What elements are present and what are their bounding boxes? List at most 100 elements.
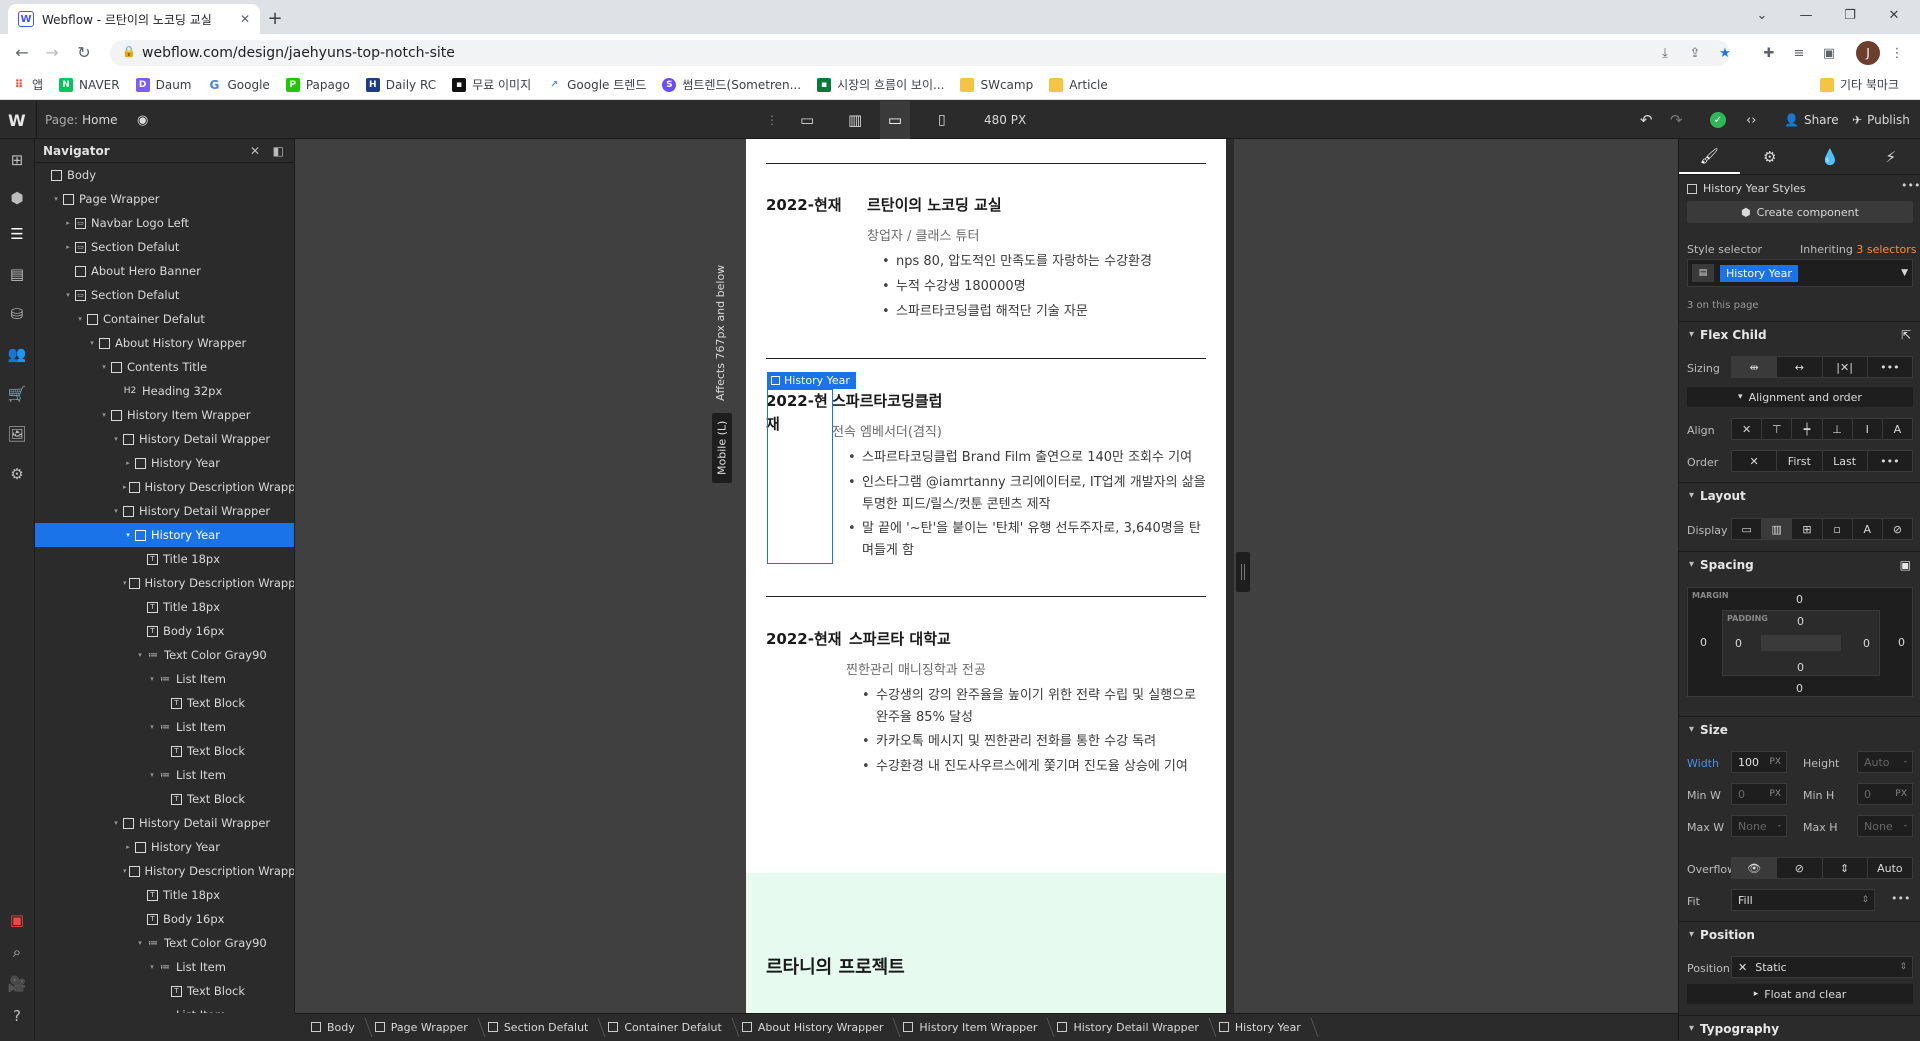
- caret-icon[interactable]: ▾: [111, 507, 121, 515]
- desktop-large-icon[interactable]: ▭: [800, 101, 814, 139]
- record-icon[interactable]: ▣: [6, 909, 28, 931]
- order-none-icon[interactable]: ✕: [1732, 451, 1777, 471]
- align-segment[interactable]: ✕⊤┿⊥IA: [1731, 418, 1913, 440]
- margin-left[interactable]: 0: [1700, 636, 1707, 649]
- list-item[interactable]: 수강생의 강의 완주율을 높이기 위한 전략 수립 및 실행으로: [876, 685, 1196, 706]
- breakpoint-tag[interactable]: Mobile (L): [712, 413, 732, 483]
- caret-icon[interactable]: ▾: [99, 411, 109, 419]
- overflow-visible-icon[interactable]: 👁: [1732, 858, 1777, 878]
- assets-icon[interactable]: 🖼: [6, 423, 28, 445]
- interactions-bolt-icon[interactable]: ⚡: [1861, 139, 1920, 174]
- cms-icon[interactable]: ⛁: [6, 303, 28, 325]
- caret-icon[interactable]: ▸: [123, 459, 133, 467]
- navigator-item-history-description-wrapper[interactable]: ▸History Description Wrapper: [35, 475, 294, 499]
- navigator-item-text-color-gray90[interactable]: ▾≔Text Color Gray90: [35, 931, 294, 955]
- align-center-icon[interactable]: ┿: [1792, 419, 1822, 439]
- align-end-icon[interactable]: ⊥: [1823, 419, 1853, 439]
- padding-box[interactable]: PADDING 0 0 0 0: [1722, 610, 1880, 676]
- history-role[interactable]: 창업자 / 클래스 튜터: [867, 225, 979, 244]
- navigator-item-about-hero-banner[interactable]: About Hero Banner: [35, 259, 294, 283]
- overflow-hidden-icon[interactable]: ⊘: [1777, 858, 1822, 878]
- list-item[interactable]: 스파르타코딩클럽 해적단 기술 자문: [896, 301, 1088, 322]
- caret-icon[interactable]: ▾: [147, 723, 157, 731]
- create-component-button[interactable]: ⬢Create component: [1687, 201, 1913, 223]
- navigator-icon[interactable]: ☰: [6, 223, 28, 245]
- publish-button[interactable]: ✈Publish: [1852, 101, 1910, 139]
- more-icon[interactable]: •••: [1868, 357, 1912, 377]
- history-org-title[interactable]: 스파르타 대학교: [849, 628, 951, 649]
- padding-bottom[interactable]: 0: [1797, 661, 1804, 674]
- chrome-menu-icon[interactable]: ⋮: [1886, 42, 1908, 64]
- chevron-down-icon[interactable]: ▼: [1901, 268, 1908, 278]
- share-page-icon[interactable]: ⇪: [1684, 42, 1706, 64]
- selector-field[interactable]: ▤ History Year ▼: [1687, 259, 1913, 287]
- caret-icon[interactable]: ▾: [123, 867, 127, 875]
- bookmark-star-icon[interactable]: ★: [1714, 42, 1736, 64]
- caret-icon[interactable]: ▾: [63, 291, 73, 299]
- display-flex-icon[interactable]: ▥: [1762, 519, 1792, 539]
- breadcrumb-item[interactable]: History Detail Wrapper: [1051, 1014, 1212, 1041]
- canvas-scrollbar[interactable]: [1226, 139, 1234, 1013]
- navigator-item-text-block[interactable]: TText Block: [35, 787, 294, 811]
- display-inline-block-icon[interactable]: ▫: [1823, 519, 1853, 539]
- sidepanel-icon[interactable]: ▣: [1818, 42, 1840, 64]
- bookmark-google-trends[interactable]: ↗Google 트렌드: [547, 76, 646, 93]
- align-none-icon[interactable]: ✕: [1732, 419, 1762, 439]
- spacing-section[interactable]: Spacing▣: [1679, 551, 1920, 577]
- navigator-item-text-block[interactable]: TText Block: [35, 739, 294, 763]
- align-start-icon[interactable]: ⊤: [1762, 419, 1792, 439]
- history-year[interactable]: 2022-현재: [766, 628, 842, 649]
- bookmark-free-images[interactable]: ▪무료 이미지: [452, 76, 531, 93]
- display-none-icon[interactable]: ⊘: [1883, 519, 1912, 539]
- display-segment[interactable]: ▭▥⊞▫A⊘: [1731, 518, 1913, 540]
- navigator-item-title-18px[interactable]: TTitle 18px: [35, 595, 294, 619]
- navigator-item-body-16px[interactable]: TBody 16px: [35, 619, 294, 643]
- back-icon[interactable]: ←: [8, 38, 36, 66]
- navigator-item-history-description-wrapper[interactable]: ▾History Description Wrapper: [35, 859, 294, 883]
- caret-icon[interactable]: ▸: [63, 219, 73, 227]
- media-icon[interactable]: ≡: [1788, 42, 1810, 64]
- caret-icon[interactable]: ▾: [75, 315, 85, 323]
- history-year[interactable]: 2022-현재: [766, 194, 842, 215]
- navigator-item-history-year[interactable]: ▸History Year: [35, 835, 294, 859]
- navigator-item-about-history-wrapper[interactable]: ▾About History Wrapper: [35, 331, 294, 355]
- restore-icon[interactable]: ❐: [1828, 0, 1872, 30]
- breadcrumb-item[interactable]: Container Defalut: [602, 1014, 735, 1041]
- navigator-item-body-16px[interactable]: TBody 16px: [35, 907, 294, 931]
- align-baseline-icon[interactable]: A: [1883, 419, 1912, 439]
- list-item[interactable]: 스파르타코딩클럽 Brand Film 출연으로 140만 조회수 기여: [862, 447, 1192, 468]
- style-brush-icon[interactable]: 🖌: [1679, 139, 1740, 174]
- height-input[interactable]: Auto-: [1857, 751, 1913, 773]
- share-button[interactable]: 👤Share: [1784, 101, 1839, 139]
- projects-heading[interactable]: 르타니의 프로젝트: [766, 953, 905, 979]
- typography-section[interactable]: Typography: [1679, 1015, 1920, 1040]
- forward-icon[interactable]: →: [38, 38, 66, 66]
- navigator-item-history-detail-wrapper[interactable]: ▾History Detail Wrapper: [35, 499, 294, 523]
- caret-icon[interactable]: ▾: [135, 651, 145, 659]
- navigator-item-heading-32px[interactable]: H2Heading 32px: [35, 379, 294, 403]
- ecommerce-cart-icon[interactable]: 🛒: [6, 383, 28, 405]
- padding-left[interactable]: 0: [1735, 637, 1742, 650]
- padding-top[interactable]: 0: [1797, 615, 1804, 628]
- bookmark-daily-rc[interactable]: HDaily RC: [366, 78, 436, 92]
- settings-gear-icon[interactable]: ⚙: [6, 463, 28, 485]
- padding-right[interactable]: 0: [1863, 637, 1870, 650]
- code-export-icon[interactable]: ‹›: [1746, 101, 1756, 139]
- navigator-item-section-defalut[interactable]: ▸▭Section Defalut: [35, 235, 294, 259]
- address-bar[interactable]: 🔒 webflow.com/design/jaehyuns-top-notch-…: [110, 40, 1730, 66]
- bookmark-naver[interactable]: NNAVER: [59, 78, 120, 92]
- collapse-all-icon[interactable]: ✕: [250, 144, 260, 158]
- caret-icon[interactable]: ▸: [123, 843, 133, 851]
- navigator-item-list-item[interactable]: ▾≔List Item: [35, 1003, 294, 1013]
- bookmark-apps[interactable]: ⠿앱: [12, 76, 43, 93]
- bookmark-article[interactable]: Article: [1049, 78, 1108, 92]
- navigator-item-history-detail-wrapper[interactable]: ▾History Detail Wrapper: [35, 427, 294, 451]
- navigator-item-text-block[interactable]: TText Block: [35, 979, 294, 1003]
- breadcrumb-item[interactable]: History Year: [1213, 1014, 1315, 1041]
- help-icon[interactable]: ?: [6, 1005, 28, 1027]
- reload-icon[interactable]: ↻: [70, 38, 98, 66]
- margin-right[interactable]: 0: [1898, 636, 1905, 649]
- list-item[interactable]: 인스타그램 @iamrtanny 크리에이터로, IT업계 개발자의 삶을: [862, 472, 1206, 493]
- more-breakpoints-icon[interactable]: ⋮: [766, 101, 778, 139]
- navigator-item-list-item[interactable]: ▾≔List Item: [35, 955, 294, 979]
